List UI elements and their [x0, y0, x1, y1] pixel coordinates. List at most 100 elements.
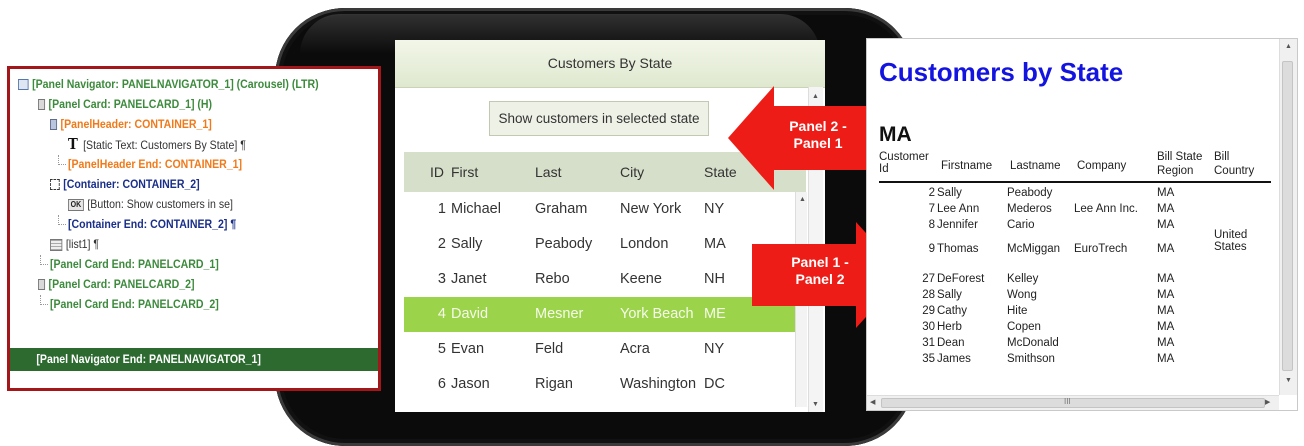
tree-row[interactable]: [PanelHeader End: CONTAINER_1]: [68, 154, 242, 174]
arrow-upper-label: Panel 2 - Panel 1: [789, 118, 847, 151]
scroll-right-arrow-icon[interactable]: ▶: [1265, 398, 1270, 406]
report-cell-company: Lee Ann Inc.: [1074, 203, 1138, 215]
static-text-icon: T: [68, 135, 78, 153]
report-row: 27 DeForest Kelley MA: [867, 271, 1277, 287]
report-cell-id: 2: [928, 187, 935, 199]
header-lastname: Lastname: [1010, 160, 1061, 172]
tree-row-label: [Panel Card: PANELCARD_2]: [48, 277, 195, 291]
report-cell-last: Cario: [1007, 219, 1035, 231]
cell-id: 1: [437, 201, 446, 217]
tree-row[interactable]: [Container: CONTAINER_2]: [50, 174, 200, 194]
tree-row[interactable]: [Container End: CONTAINER_2] ¶: [68, 214, 236, 234]
list-item[interactable]: 5 Evan Feld Acra NY: [404, 332, 806, 367]
report-cell-id: 35: [922, 353, 935, 365]
list-item[interactable]: 6 Jason Rigan Washington DC: [404, 367, 806, 402]
column-header-last[interactable]: Last: [535, 152, 561, 192]
report-cell-state: MA: [1157, 203, 1175, 215]
tree-row-label: [Panel Navigator End: PANELNAVIGATOR_1]: [36, 352, 261, 366]
list-item-selected[interactable]: 4 David Mesner York Beach ME: [404, 297, 806, 332]
cell-city: London: [620, 236, 669, 252]
tree-row-label: [Container End: CONTAINER_2] ¶: [68, 217, 237, 231]
report-cell-last: Kelley: [1007, 273, 1039, 285]
report-row: 28 Sally Wong MA: [867, 287, 1277, 303]
cell-state: ME: [704, 306, 726, 322]
tree-row[interactable]: [Panel Card: PANELCARD_1] (H): [38, 94, 212, 114]
cell-last: Peabody: [535, 236, 593, 252]
report-cell-id: 9: [928, 243, 935, 255]
panel-header-icon: [50, 119, 58, 131]
column-header-id[interactable]: ID: [430, 152, 444, 192]
tree-row-label: [Panel Card End: PANELCARD_1]: [50, 257, 219, 271]
report-cell-state: MA: [1157, 219, 1175, 231]
tree-row[interactable]: [Panel Card: PANELCARD_2]: [38, 274, 194, 294]
tree-row-label: [PanelHeader End: CONTAINER_1]: [68, 157, 243, 171]
cell-last: Rigan: [535, 376, 573, 392]
button-icon: OK: [68, 198, 84, 211]
column-header-city[interactable]: City: [620, 152, 644, 192]
tree-row[interactable]: [Panel Card End: PANELCARD_1]: [50, 254, 219, 274]
tree-row[interactable]: [Panel Navigator: PANELNAVIGATOR_1] (Car…: [18, 74, 319, 94]
report-cell-state: MA: [1157, 305, 1175, 317]
report-cell-country: United States: [1214, 229, 1248, 253]
scroll-down-arrow-icon[interactable]: ▼: [812, 401, 819, 408]
arrow-lower-label: Panel 1 - Panel 2: [791, 254, 849, 287]
report-title: Customers by State: [879, 57, 1124, 87]
cell-last: Feld: [535, 341, 564, 357]
scroll-down-arrow-icon[interactable]: ▼: [1285, 377, 1292, 384]
header-bill-state-line1: Bill State: [1157, 151, 1203, 163]
cell-first: Sally: [451, 236, 483, 252]
show-customers-button[interactable]: Show customers in selected state: [489, 101, 709, 136]
scroll-grip-icon: III: [1064, 397, 1071, 406]
cell-state: NY: [704, 341, 725, 357]
list-item[interactable]: 3 Janet Rebo Keene NH: [404, 262, 806, 297]
report-cell-id: 8: [928, 219, 935, 231]
tree-row[interactable]: [list1] ¶: [50, 234, 99, 254]
report-cell-id: 31: [922, 337, 935, 349]
report-cell-state: MA: [1157, 243, 1175, 255]
scroll-up-arrow-icon[interactable]: ▲: [1285, 43, 1292, 50]
report-row: 31 Dean McDonald MA: [867, 335, 1277, 351]
report-cell-last: McMiggan: [1007, 243, 1061, 255]
report-vertical-scroll-thumb[interactable]: [1282, 61, 1293, 371]
report-cell-first: James: [937, 353, 971, 365]
cell-first: David: [451, 306, 489, 322]
panel-navigator-icon: [18, 79, 29, 91]
tree-row[interactable]: T [Static Text: Customers By State] ¶: [68, 134, 246, 154]
report-cell-last: Copen: [1007, 321, 1041, 333]
report-cell-last: Smithson: [1007, 353, 1055, 365]
cell-id: 6: [437, 376, 446, 392]
scroll-up-arrow-icon[interactable]: ▲: [799, 196, 806, 203]
header-company: Company: [1077, 160, 1127, 172]
report-cell-state: MA: [1157, 289, 1175, 301]
report-cell-state: MA: [1157, 337, 1175, 349]
tree-connector: [40, 255, 48, 265]
panel-header: Customers By State: [395, 40, 825, 88]
report-cell-first: Cathy: [937, 305, 968, 317]
cell-id: 5: [437, 341, 446, 357]
report-cell-id: 30: [922, 321, 935, 333]
report-cell-first: Sally: [937, 187, 962, 199]
tree-row-label: [list1] ¶: [65, 237, 100, 251]
report-cell-first: Herb: [937, 321, 962, 333]
list-item[interactable]: 2 Sally Peabody London MA: [404, 227, 806, 262]
tree-row[interactable]: OK [Button: Show customers in se]: [68, 194, 233, 214]
cell-city: Acra: [620, 341, 650, 357]
cell-first: Michael: [451, 201, 501, 217]
column-header-first[interactable]: First: [451, 152, 478, 192]
tree-connector: [40, 295, 48, 305]
header-bill-state-line2: Region: [1157, 165, 1194, 177]
cell-first: Evan: [451, 341, 485, 357]
tree-row-navigator-end[interactable]: [Panel Navigator End: PANELNAVIGATOR_1]: [10, 348, 378, 371]
tree-row[interactable]: [PanelHeader: CONTAINER_1]: [50, 114, 212, 134]
cell-city: New York: [620, 201, 682, 217]
tree-row[interactable]: [Panel Card End: PANELCARD_2]: [50, 294, 219, 314]
cell-state: DC: [704, 376, 725, 392]
cell-id: 4: [437, 306, 446, 322]
tree-connector: [58, 155, 66, 165]
panel-header-title: Customers By State: [547, 55, 673, 71]
cell-last: Rebo: [535, 271, 570, 287]
report-horizontal-scroll-thumb[interactable]: III: [881, 397, 1265, 408]
scroll-left-arrow-icon[interactable]: ◀: [870, 398, 875, 406]
list-item[interactable]: 1 Michael Graham New York NY: [404, 192, 806, 227]
report-cell-company: EuroTrech: [1074, 243, 1128, 255]
